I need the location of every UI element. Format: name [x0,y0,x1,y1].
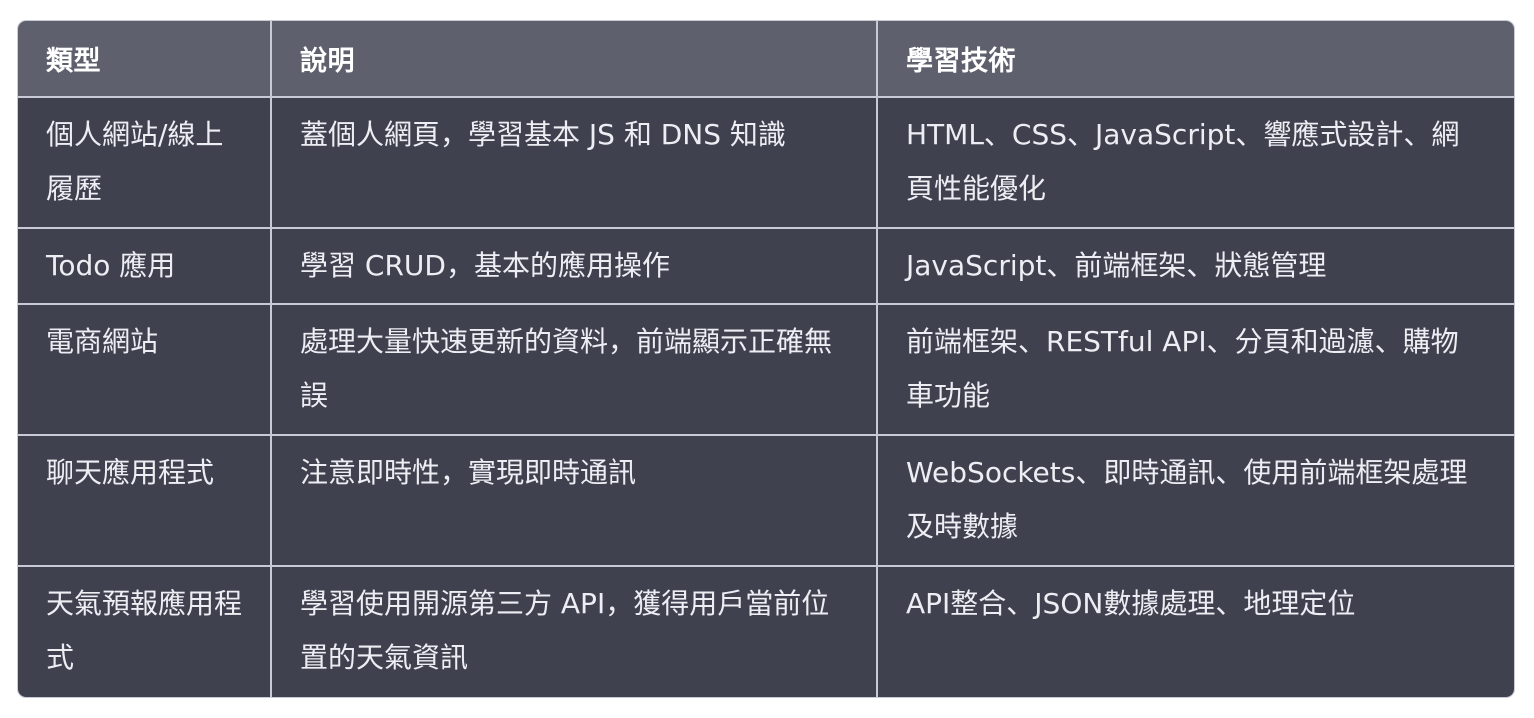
cell-type: Todo 應用 [18,227,272,305]
cell-description: 處理大量快速更新的資料，前端顯示正確無誤 [270,303,878,436]
cell-techniques: API整合、JSON數據處理、地理定位 [876,565,1514,697]
header-type: 類型 [18,21,272,98]
table-row: 聊天應用程式 注意即時性，實現即時通訊 WebSockets、即時通訊、使用前端… [18,434,1514,567]
project-table: 類型 說明 學習技術 個人網站/線上履歷 蓋個人網頁，學習基本 JS 和 DNS… [18,21,1514,697]
header-description: 說明 [270,21,878,98]
table-row: 天氣預報應用程式 學習使用開源第三方 API，獲得用戶當前位置的天氣資訊 API… [18,565,1514,697]
cell-type: 聊天應用程式 [18,434,272,567]
cell-description: 蓋個人網頁，學習基本 JS 和 DNS 知識 [270,96,878,229]
table-row: Todo 應用 學習 CRUD，基本的應用操作 JavaScript、前端框架、… [18,227,1514,305]
cell-description: 學習使用開源第三方 API，獲得用戶當前位置的天氣資訊 [270,565,878,697]
table-header-row: 類型 說明 學習技術 [18,21,1514,98]
cell-techniques: HTML、CSS、JavaScript、響應式設計、網頁性能優化 [876,96,1514,229]
cell-type: 電商網站 [18,303,272,436]
cell-type: 個人網站/線上履歷 [18,96,272,229]
table-row: 電商網站 處理大量快速更新的資料，前端顯示正確無誤 前端框架、RESTful A… [18,303,1514,436]
cell-techniques: WebSockets、即時通訊、使用前端框架處理及時數據 [876,434,1514,567]
cell-description: 學習 CRUD，基本的應用操作 [270,227,878,305]
project-table-container: 類型 說明 學習技術 個人網站/線上履歷 蓋個人網頁，學習基本 JS 和 DNS… [17,20,1515,698]
cell-techniques: JavaScript、前端框架、狀態管理 [876,227,1514,305]
table-row: 個人網站/線上履歷 蓋個人網頁，學習基本 JS 和 DNS 知識 HTML、CS… [18,96,1514,229]
header-techniques: 學習技術 [876,21,1514,98]
cell-type: 天氣預報應用程式 [18,565,272,697]
cell-techniques: 前端框架、RESTful API、分頁和過濾、購物車功能 [876,303,1514,436]
cell-description: 注意即時性，實現即時通訊 [270,434,878,567]
